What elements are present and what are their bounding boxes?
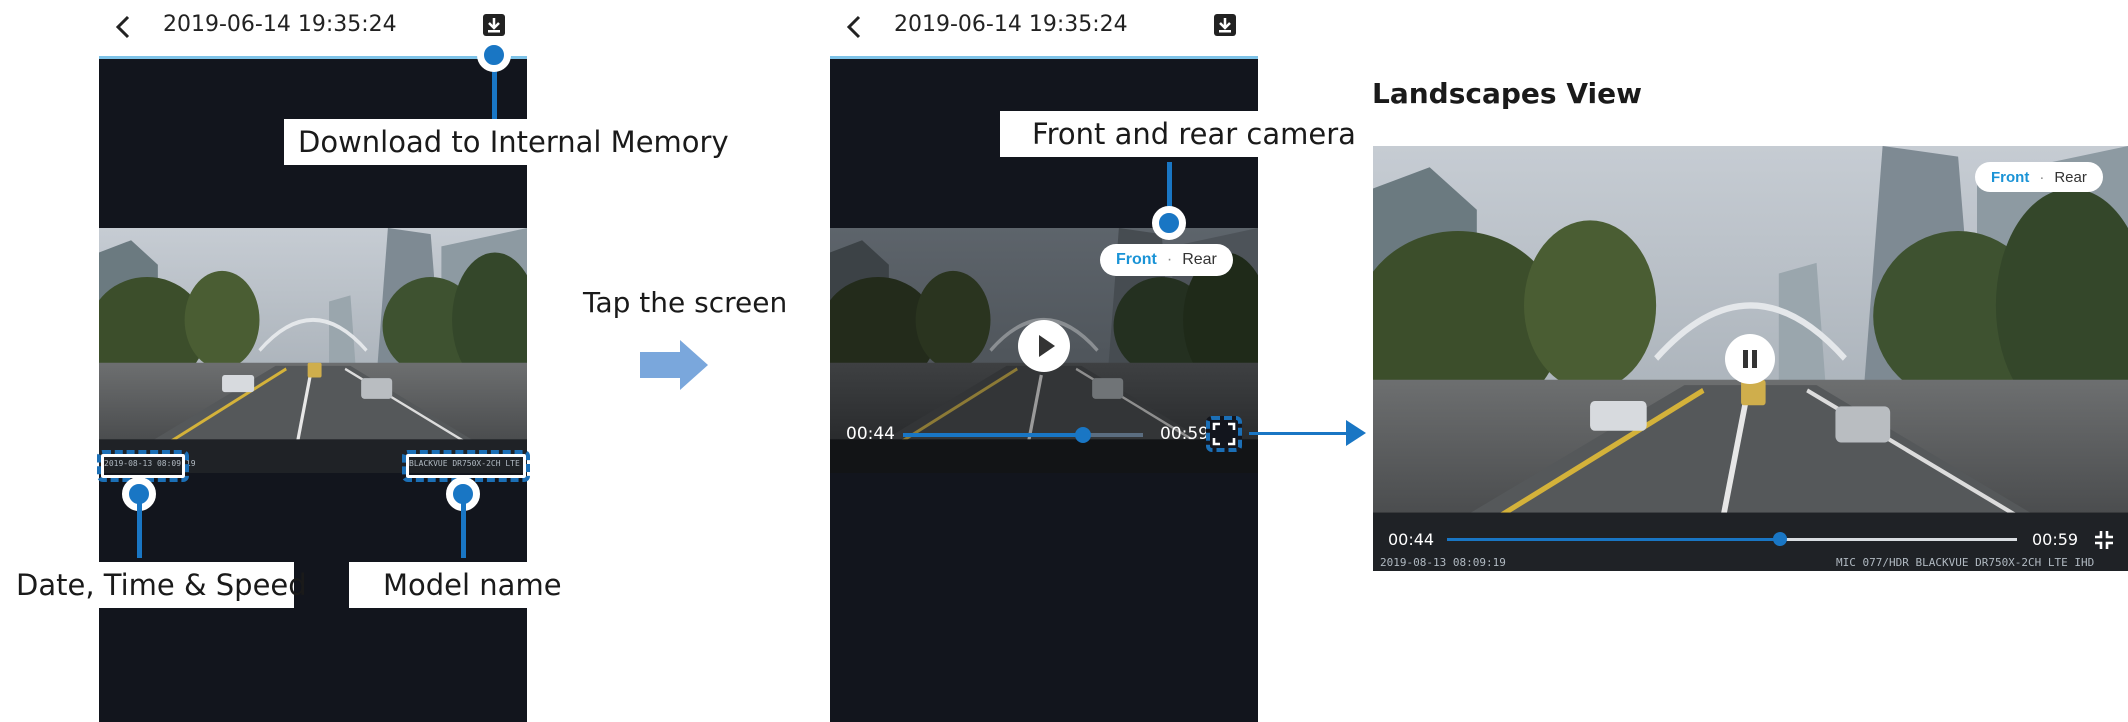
osd-date-time-speed: 2019-08-13 08:09:19 [1380,556,1506,569]
back-arrow-icon[interactable] [111,14,137,40]
tap-screen-caption: Tap the screen [583,286,788,319]
download-callout-label: Download to Internal Memory [284,119,743,165]
date-time-callout-line [137,496,142,558]
recording-timestamp: 2019-06-14 19:35:24 [163,12,397,37]
total-duration: 00:59 [1160,424,1209,444]
camera-callout-dot [1152,206,1186,240]
back-arrow-icon[interactable] [842,14,868,40]
progress-fill [1447,538,1781,541]
download-icon[interactable] [481,12,507,38]
download-callout-dot [477,38,511,72]
toggle-separator: · [2039,168,2045,186]
connector-line [1249,432,1349,435]
pause-button[interactable] [1725,334,1775,384]
landscape-title: Landscapes View [1372,77,1642,110]
play-icon [1039,335,1055,357]
total-duration: 00:59 [2032,530,2079,549]
camera-callout-line [1167,162,1172,212]
fullscreen-icon [1212,422,1236,446]
osd-model-name: MIC 077/HDR BLACKVUE DR750X-2CH LTE IHD [1836,556,2095,569]
right-arrow-icon [640,340,708,390]
video-frame[interactable] [99,228,527,473]
play-button[interactable] [1018,320,1070,372]
pause-icon [1743,350,1757,368]
rear-camera-option[interactable]: Rear [1182,251,1217,269]
rear-camera-option[interactable]: Rear [2054,169,2087,186]
model-name-callout-label: Model name [349,562,562,608]
camera-toggle[interactable]: Front · Rear [1975,162,2103,192]
toggle-separator: · [1166,251,1173,268]
progress-fill [903,433,1083,437]
connector-arrowhead-icon [1346,420,1366,446]
elapsed-time: 00:44 [1388,530,1435,549]
recording-timestamp: 2019-06-14 19:35:24 [894,12,1128,37]
front-camera-option[interactable]: Front [1116,251,1157,269]
front-camera-option[interactable]: Front [1991,169,2029,186]
date-time-callout-label: Date, Time & Speed [0,562,307,608]
camera-toggle[interactable]: Front · Rear [1100,244,1233,276]
progress-thumb[interactable] [1075,427,1091,443]
exit-fullscreen-icon[interactable] [2092,528,2116,552]
elapsed-time: 00:44 [846,424,895,444]
fullscreen-button[interactable] [1206,416,1242,452]
model-name-callout-line [461,496,466,558]
download-icon[interactable] [1212,12,1238,38]
top-bar: 2019-06-14 19:35:24 [830,0,1258,59]
camera-callout-label: Front and rear camera [1000,111,1374,157]
top-bar: 2019-06-14 19:35:24 [99,0,527,59]
